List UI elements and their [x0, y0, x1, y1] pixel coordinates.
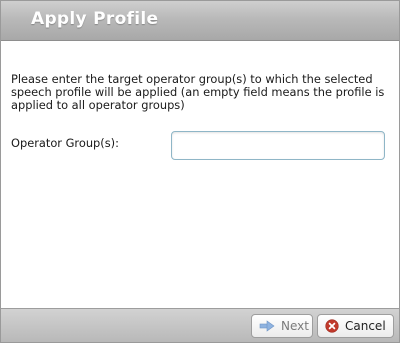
next-button-label: Next	[281, 319, 309, 333]
apply-profile-dialog: Apply Profile Please enter the target op…	[0, 0, 400, 343]
dialog-titlebar[interactable]: Apply Profile	[1, 1, 399, 41]
operator-groups-input[interactable]	[171, 131, 385, 160]
operator-groups-label: Operator Group(s):	[11, 136, 119, 150]
arrow-right-icon	[259, 320, 275, 332]
dialog-content: Please enter the target operator group(s…	[1, 41, 399, 308]
dialog-footer: Next Cancel	[1, 308, 399, 342]
close-circle-icon	[325, 319, 339, 333]
instructions-text: Please enter the target operator group(s…	[11, 72, 385, 112]
cancel-button-label: Cancel	[345, 319, 386, 333]
dialog-title: Apply Profile	[31, 9, 159, 29]
next-button[interactable]: Next	[251, 314, 313, 338]
cancel-button[interactable]: Cancel	[317, 314, 394, 338]
